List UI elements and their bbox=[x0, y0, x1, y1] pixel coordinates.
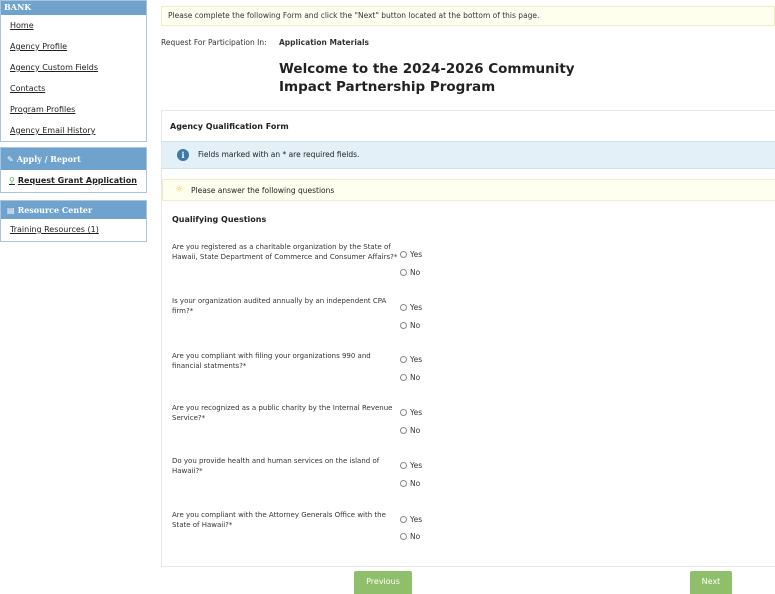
resource-panel-header: ▤ Resource Center bbox=[1, 201, 146, 219]
qualification-form: Agency Qualification Form i Fields marke… bbox=[161, 110, 775, 567]
previous-button[interactable]: Previous bbox=[354, 571, 412, 594]
book-icon: ▤ bbox=[7, 206, 15, 215]
radio-icon bbox=[400, 462, 407, 469]
question-3-yes[interactable]: Yes bbox=[400, 355, 422, 364]
apply-panel-title: Apply / Report bbox=[16, 154, 81, 164]
question-3-no[interactable]: No bbox=[400, 373, 420, 382]
radio-icon bbox=[400, 374, 407, 381]
pencil-icon: ✎ bbox=[7, 155, 14, 164]
sidebar: BANK Home Agency Profile Agency Custom F… bbox=[0, 0, 147, 249]
map-pin-icon: ⚲ bbox=[9, 176, 15, 185]
qualifying-questions-heading: Qualifying Questions bbox=[172, 215, 267, 224]
question-5: Do you provide health and human services… bbox=[172, 457, 380, 475]
resource-panel: ▤ Resource Center Training Resources (1) bbox=[0, 200, 147, 242]
main-content: Please complete the following Form and c… bbox=[161, 6, 775, 567]
question-1: Are you registered as a charitable organ… bbox=[172, 243, 398, 261]
no-label: No bbox=[410, 321, 421, 330]
page-title: Welcome to the 2024-2026 Community Impac… bbox=[279, 61, 575, 95]
no-label: No bbox=[410, 532, 421, 541]
radio-icon bbox=[400, 480, 407, 487]
question-6-yes[interactable]: Yes bbox=[400, 515, 422, 524]
resource-panel-title: Resource Center bbox=[17, 205, 93, 215]
radio-icon bbox=[400, 356, 407, 363]
nav-agency-custom-fields[interactable]: Agency Custom Fields bbox=[1, 57, 146, 78]
yes-label: Yes bbox=[410, 408, 423, 417]
nav-program-profiles[interactable]: Program Profiles bbox=[1, 99, 146, 120]
yes-label: Yes bbox=[410, 515, 423, 524]
radio-icon bbox=[400, 409, 407, 416]
question-4: Are you recognized as a public charity b… bbox=[172, 404, 393, 422]
request-for-participation: Request For Participation In: Applicatio… bbox=[161, 38, 369, 47]
no-label: No bbox=[410, 373, 421, 382]
required-fields-text: Fields marked with an * are required fie… bbox=[198, 150, 360, 159]
apply-panel-header: ✎ Apply / Report bbox=[1, 148, 146, 170]
radio-icon bbox=[400, 427, 407, 434]
question-6-no[interactable]: No bbox=[400, 532, 420, 541]
bank-panel-title: BANK bbox=[1, 1, 146, 15]
required-fields-info: i Fields marked with an * are required f… bbox=[162, 141, 775, 169]
request-grant-application-label: Request Grant Application bbox=[17, 176, 137, 185]
yes-label: Yes bbox=[410, 355, 423, 364]
no-label: No bbox=[410, 426, 421, 435]
radio-icon bbox=[400, 516, 407, 523]
question-2-yes[interactable]: Yes bbox=[400, 303, 422, 312]
question-5-no[interactable]: No bbox=[400, 479, 420, 488]
apply-panel: ✎ Apply / Report ⚲ Request Grant Applicati… bbox=[0, 147, 147, 193]
lightbulb-icon: ☼ bbox=[175, 185, 184, 195]
radio-icon bbox=[400, 304, 407, 311]
answer-questions-text: Please answer the following questions bbox=[191, 186, 335, 195]
request-label: Request For Participation In: bbox=[161, 38, 267, 47]
question-2-no[interactable]: No bbox=[400, 321, 420, 330]
question-5-yes[interactable]: Yes bbox=[400, 461, 422, 470]
yes-label: Yes bbox=[410, 461, 423, 470]
question-3: Are you compliant with filing your organ… bbox=[172, 352, 371, 370]
no-label: No bbox=[410, 479, 421, 488]
question-6: Are you compliant with the Attorney Gene… bbox=[172, 511, 386, 529]
question-2: Is your organization audited annually by… bbox=[172, 297, 387, 315]
question-1-yes[interactable]: Yes bbox=[400, 250, 422, 259]
radio-icon bbox=[400, 533, 407, 540]
question-4-yes[interactable]: Yes bbox=[400, 408, 422, 417]
radio-icon bbox=[400, 269, 407, 276]
form-title: Agency Qualification Form bbox=[170, 122, 289, 131]
next-button[interactable]: Next bbox=[690, 571, 732, 594]
answer-questions-notice: ☼ Please answer the following questions bbox=[162, 179, 775, 201]
nav-agency-profile[interactable]: Agency Profile bbox=[1, 36, 146, 57]
question-1-no[interactable]: No bbox=[400, 268, 420, 277]
question-4-no[interactable]: No bbox=[400, 426, 420, 435]
radio-icon bbox=[400, 251, 407, 258]
instruction-notice: Please complete the following Form and c… bbox=[161, 6, 775, 26]
yes-label: Yes bbox=[410, 250, 423, 259]
yes-label: Yes bbox=[410, 303, 423, 312]
info-circle-icon: i bbox=[177, 149, 189, 161]
nav-contacts[interactable]: Contacts bbox=[1, 78, 146, 99]
no-label: No bbox=[410, 268, 421, 277]
nav-home[interactable]: Home bbox=[1, 15, 146, 36]
radio-icon bbox=[400, 322, 407, 329]
nav-agency-email-history[interactable]: Agency Email History bbox=[1, 120, 146, 141]
request-value: Application Materials bbox=[279, 38, 370, 47]
training-resources-link[interactable]: Training Resources (1) bbox=[1, 219, 146, 241]
bank-panel: BANK Home Agency Profile Agency Custom F… bbox=[0, 0, 147, 142]
request-grant-application-link[interactable]: ⚲ Request Grant Application bbox=[1, 170, 146, 192]
